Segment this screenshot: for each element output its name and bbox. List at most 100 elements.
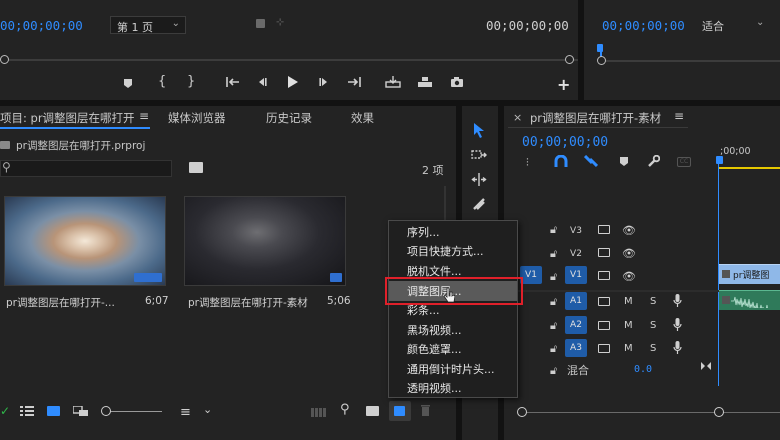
- go-to-out-icon[interactable]: [347, 76, 361, 91]
- track-label-a1[interactable]: A1: [565, 292, 587, 310]
- nest-icon[interactable]: ⫶: [526, 156, 529, 170]
- audio-clip[interactable]: [719, 290, 780, 310]
- zoom-slider[interactable]: [104, 411, 162, 412]
- tab-effects[interactable]: 效果: [351, 110, 374, 126]
- toggle-sync-icon[interactable]: [598, 297, 610, 306]
- mute-button[interactable]: M: [624, 320, 633, 331]
- captions-icon[interactable]: CC: [677, 157, 691, 167]
- tab-menu-icon[interactable]: ≡: [139, 109, 149, 123]
- scroll-start-handle[interactable]: [517, 407, 527, 417]
- clip-name[interactable]: pr调整图层在哪打开-素材: [188, 295, 308, 310]
- program-scrubber-track[interactable]: [600, 60, 780, 62]
- solo-button[interactable]: S: [650, 343, 656, 354]
- add-marker-icon[interactable]: [619, 156, 629, 170]
- insert-icon[interactable]: [385, 76, 401, 91]
- quality-icon[interactable]: [256, 19, 265, 28]
- program-timecode[interactable]: 00;00;00;00: [602, 18, 685, 33]
- scroll-end-handle[interactable]: [714, 407, 724, 417]
- search-input[interactable]: ⚲: [0, 160, 172, 177]
- lock-icon[interactable]: 🔓︎: [550, 270, 557, 284]
- linked-selection-icon[interactable]: [583, 154, 599, 171]
- page-select[interactable]: 第 1 页 ⌄: [110, 16, 186, 34]
- program-playhead-icon[interactable]: [597, 44, 603, 52]
- write-protect-icon[interactable]: ✓: [0, 404, 10, 418]
- track-label-a2[interactable]: A2: [565, 316, 587, 334]
- clip-thumbnail-2[interactable]: [184, 196, 346, 286]
- go-to-in-icon[interactable]: [226, 76, 240, 91]
- snap-icon[interactable]: [554, 154, 568, 171]
- solo-button[interactable]: S: [650, 320, 656, 331]
- eye-icon[interactable]: 👁︎: [622, 247, 636, 260]
- play-icon[interactable]: [287, 75, 299, 92]
- toggle-sync-icon[interactable]: [598, 248, 610, 257]
- tab-media-browser[interactable]: 媒体浏览器: [168, 110, 226, 126]
- ripple-edit-tool-icon[interactable]: [471, 173, 487, 189]
- tab-project[interactable]: 项目: pr调整图层在哪打开: [0, 110, 135, 126]
- search-icon[interactable]: ⚲: [340, 402, 350, 417]
- lock-icon[interactable]: 🔓︎: [550, 247, 557, 261]
- menu-item-color-matte[interactable]: 颜色遮罩...: [407, 341, 462, 357]
- find-icon[interactable]: [189, 162, 203, 173]
- track-label-v2[interactable]: V2: [565, 245, 587, 263]
- mix-value[interactable]: 0.0: [634, 364, 652, 375]
- track-label-v1[interactable]: V1: [565, 266, 587, 284]
- overwrite-icon[interactable]: [417, 76, 433, 91]
- menu-item-project-shortcut[interactable]: 项目快捷方式...: [407, 243, 484, 259]
- toggle-sync-icon[interactable]: [598, 321, 610, 330]
- playhead-icon[interactable]: [716, 156, 723, 164]
- razor-tool-icon[interactable]: [472, 197, 486, 214]
- tab-menu-icon[interactable]: ≡: [674, 109, 684, 123]
- track-select-tool-icon[interactable]: [471, 149, 487, 165]
- toggle-sync-icon[interactable]: [598, 225, 610, 234]
- timeline-title[interactable]: pr调整图层在哪打开-素材: [530, 110, 661, 126]
- microphone-icon[interactable]: [673, 294, 682, 310]
- scrubber-end-handle[interactable]: [565, 55, 574, 64]
- freeform-view-icon[interactable]: [72, 405, 89, 420]
- new-bin-icon[interactable]: [366, 406, 379, 416]
- menu-item-black-video[interactable]: 黑场视频...: [407, 322, 462, 338]
- lock-icon[interactable]: 🔓︎: [550, 223, 557, 237]
- track-label-a3[interactable]: A3: [565, 339, 587, 357]
- timeline-scrollbar[interactable]: [522, 412, 780, 413]
- microphone-icon[interactable]: [673, 318, 682, 334]
- lock-icon[interactable]: 🔓︎: [550, 295, 557, 309]
- zoom-slider-handle[interactable]: [101, 406, 111, 416]
- eye-icon[interactable]: 👁︎: [622, 270, 636, 283]
- go-to-end-icon[interactable]: [700, 360, 712, 375]
- icon-view-icon[interactable]: [47, 406, 60, 416]
- source-patch-v1[interactable]: V1: [520, 266, 542, 284]
- menu-item-sequence[interactable]: 序列...: [407, 224, 440, 240]
- clip-thumbnail-1[interactable]: [4, 196, 166, 286]
- solo-button[interactable]: S: [650, 296, 656, 307]
- tab-history[interactable]: 历史记录: [266, 110, 312, 126]
- lock-icon[interactable]: 🔓︎: [550, 319, 557, 333]
- step-back-icon[interactable]: [256, 76, 268, 91]
- step-forward-icon[interactable]: [318, 76, 330, 91]
- scrubber-start-handle[interactable]: [597, 56, 606, 65]
- mute-button[interactable]: M: [624, 343, 633, 354]
- wrench-icon[interactable]: [647, 154, 661, 171]
- mark-out-icon[interactable]: }: [187, 74, 195, 89]
- fit-select[interactable]: 适合 ⌄: [698, 16, 780, 34]
- selection-tool-icon[interactable]: [473, 122, 485, 141]
- sort-icon[interactable]: ≡: [180, 405, 191, 420]
- lock-icon[interactable]: 🔓︎: [550, 364, 557, 378]
- chevron-down-icon[interactable]: ⌄: [203, 403, 212, 416]
- mute-button[interactable]: M: [624, 296, 633, 307]
- microphone-icon[interactable]: [673, 341, 682, 357]
- source-scrubber[interactable]: [0, 59, 578, 61]
- new-item-button[interactable]: [389, 401, 411, 421]
- add-marker-icon[interactable]: [122, 77, 134, 89]
- toggle-sync-icon[interactable]: [598, 271, 610, 280]
- eye-icon[interactable]: 👁︎: [622, 224, 636, 237]
- scrubber-start-handle[interactable]: [0, 55, 9, 64]
- marker-gap-icon[interactable]: ⊹: [276, 17, 284, 28]
- list-view-icon[interactable]: [20, 406, 34, 419]
- video-clip[interactable]: pr调整图: [719, 264, 780, 284]
- timeline-timecode[interactable]: 00;00;00;00: [522, 135, 608, 150]
- clip-name[interactable]: pr调整图层在哪打开-...: [6, 295, 115, 310]
- close-icon[interactable]: ×: [513, 111, 522, 124]
- toggle-sync-icon[interactable]: [598, 344, 610, 353]
- track-label-v3[interactable]: V3: [565, 222, 587, 240]
- mark-in-icon[interactable]: {: [158, 74, 166, 89]
